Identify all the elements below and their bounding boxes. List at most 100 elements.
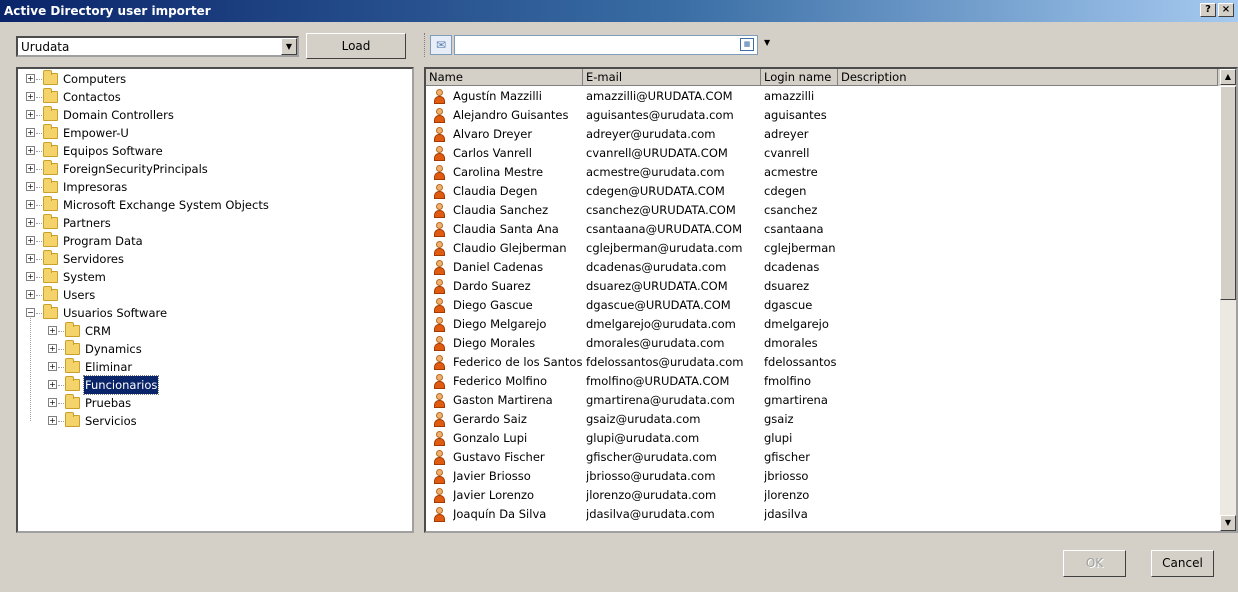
domain-select[interactable]: Urudata ▼ <box>16 36 299 57</box>
expand-icon[interactable]: + <box>26 110 35 119</box>
table-row[interactable]: Dardo Suarez dsuarez@URUDATA.COM dsuarez <box>426 277 1218 296</box>
table-row[interactable]: Federico Molfino fmolfino@URUDATA.COM fmol… <box>426 372 1218 391</box>
table-row[interactable]: Javier Lorenzo jlorenzo@urudata.com jloren… <box>426 486 1218 505</box>
tree-node[interactable]: + Computers <box>26 70 386 88</box>
envelope-icon[interactable]: ✉ <box>430 35 452 55</box>
table-row[interactable]: Carolina Mestre acmestre@urudata.com acmes… <box>426 163 1218 182</box>
expand-icon[interactable]: + <box>48 344 57 353</box>
tree-node-label[interactable]: Impresoras <box>62 178 128 196</box>
tree-node-label[interactable]: Eliminar <box>84 358 133 376</box>
tree-node[interactable]: + CRM <box>48 322 408 340</box>
expand-icon[interactable]: + <box>26 164 35 173</box>
tree-node-label[interactable]: CRM <box>84 322 112 340</box>
tree-node-label[interactable]: Domain Controllers <box>62 106 175 124</box>
expand-icon[interactable]: + <box>48 326 57 335</box>
table-row[interactable]: Javier Briosso jbriosso@urudata.com jbrios… <box>426 467 1218 486</box>
expand-icon[interactable]: + <box>48 398 57 407</box>
scroll-up-icon[interactable]: ▲ <box>1220 69 1236 85</box>
tree-node[interactable]: + Pruebas <box>48 394 408 412</box>
table-row[interactable]: Diego Melgarejo dmelgarejo@urudata.com dme… <box>426 315 1218 334</box>
table-row[interactable]: Gaston Martirena gmartirena@urudata.com gm… <box>426 391 1218 410</box>
tree-node[interactable]: + Program Data <box>26 232 386 250</box>
expand-icon[interactable]: + <box>26 92 35 101</box>
table-row[interactable]: Federico de los Santos fdelossantos@uruda… <box>426 353 1218 372</box>
tree-node[interactable]: + Domain Controllers <box>26 106 386 124</box>
tree-node-label[interactable]: Microsoft Exchange System Objects <box>62 196 270 214</box>
column-header[interactable]: Description <box>838 69 1218 86</box>
tree-node[interactable]: + Partners <box>26 214 386 232</box>
tree-node-label[interactable]: System <box>62 268 107 286</box>
filter-input[interactable] <box>454 35 758 55</box>
table-row[interactable]: Gerardo Saiz gsaiz@urudata.com gsaiz <box>426 410 1218 429</box>
tree-node-label[interactable]: Servicios <box>84 412 138 430</box>
tree-node-label[interactable]: ForeignSecurityPrincipals <box>62 160 209 178</box>
expand-icon[interactable]: + <box>26 236 35 245</box>
table-row[interactable]: Diego Morales dmorales@urudata.com dmorale… <box>426 334 1218 353</box>
scroll-down-icon[interactable]: ▼ <box>1220 515 1236 531</box>
tree-node[interactable]: + Impresoras <box>26 178 386 196</box>
expand-icon[interactable]: + <box>26 74 35 83</box>
expand-icon[interactable]: + <box>26 128 35 137</box>
tree-node-label[interactable]: Pruebas <box>84 394 132 412</box>
tree-node-label[interactable]: Usuarios Software <box>62 304 168 322</box>
table-row[interactable]: Carlos Vanrell cvanrell@URUDATA.COM cvanre… <box>426 144 1218 163</box>
collapse-icon[interactable]: − <box>26 308 35 317</box>
expand-icon[interactable]: + <box>26 290 35 299</box>
cancel-button[interactable]: Cancel <box>1151 550 1214 577</box>
tree-node-label[interactable]: Contactos <box>62 88 122 106</box>
tree-node[interactable]: + Users <box>26 286 386 304</box>
table-row[interactable]: Alejandro Guisantes aguisantes@urudata.co… <box>426 106 1218 125</box>
expand-icon[interactable]: + <box>26 218 35 227</box>
close-button[interactable]: × <box>1218 3 1234 17</box>
scroll-thumb[interactable] <box>1220 86 1236 300</box>
tree-node[interactable]: + Microsoft Exchange System Objects <box>26 196 386 214</box>
ou-tree[interactable]: + Computers + Contactos + Domain Controllers +… <box>16 67 414 533</box>
tree-node-label[interactable]: Servidores <box>62 250 125 268</box>
tree-node[interactable]: + Contactos <box>26 88 386 106</box>
table-row[interactable]: Joaquín Da Silva jdasilva@urudata.com jdas… <box>426 505 1218 524</box>
tree-node-label[interactable]: Users <box>62 286 96 304</box>
table-row[interactable]: Gonzalo Lupi glupi@urudata.com glupi <box>426 429 1218 448</box>
tree-node-label[interactable]: Program Data <box>62 232 144 250</box>
tree-node[interactable]: + Servidores <box>26 250 386 268</box>
load-button[interactable]: Load <box>306 33 406 59</box>
tree-node[interactable]: − Usuarios Software <box>26 304 386 322</box>
chevron-down-icon[interactable]: ▼ <box>764 38 770 47</box>
expand-icon[interactable]: + <box>48 416 57 425</box>
ok-button[interactable]: OK <box>1063 550 1126 577</box>
tree-node-label[interactable]: Computers <box>62 70 127 88</box>
expand-icon[interactable]: + <box>26 200 35 209</box>
table-row[interactable]: Claudia Santa Ana csantaana@URUDATA.COM cs… <box>426 220 1218 239</box>
calendar-icon[interactable]: ▦ <box>740 38 754 51</box>
tree-node[interactable]: + Equipos Software <box>26 142 386 160</box>
tree-node[interactable]: + Funcionarios <box>48 375 408 395</box>
tree-node[interactable]: + Eliminar <box>48 358 408 376</box>
column-header[interactable]: E-mail <box>583 69 761 86</box>
toolbar-grip[interactable] <box>424 33 428 57</box>
expand-icon[interactable]: + <box>26 146 35 155</box>
column-header[interactable]: Login name <box>761 69 838 86</box>
expand-icon[interactable]: + <box>26 272 35 281</box>
column-header[interactable]: Name <box>426 69 583 86</box>
expand-icon[interactable]: + <box>26 182 35 191</box>
table-row[interactable]: Gustavo Fischer gfischer@urudata.com gfisc… <box>426 448 1218 467</box>
tree-node[interactable]: + ForeignSecurityPrincipals <box>26 160 386 178</box>
tree-node[interactable]: + Empower-U <box>26 124 386 142</box>
table-row[interactable]: Daniel Cadenas dcadenas@urudata.com dcaden… <box>426 258 1218 277</box>
expand-icon[interactable]: + <box>48 380 57 389</box>
tree-node-label[interactable]: Equipos Software <box>62 142 164 160</box>
tree-node-label[interactable]: Funcionarios <box>82 375 160 395</box>
tree-node[interactable]: + Servicios <box>48 412 408 430</box>
table-row[interactable]: Diego Gascue dgascue@URUDATA.COM dgascue <box>426 296 1218 315</box>
vertical-scrollbar[interactable]: ▲ ▼ <box>1220 69 1236 531</box>
tree-node[interactable]: + System <box>26 268 386 286</box>
expand-icon[interactable]: + <box>26 254 35 263</box>
table-row[interactable]: Claudio Glejberman cglejberman@urudata.co… <box>426 239 1218 258</box>
help-button[interactable]: ? <box>1200 3 1216 17</box>
users-grid[interactable]: Name E-mail Login name Description Agustín … <box>424 67 1238 533</box>
chevron-down-icon[interactable]: ▼ <box>281 38 297 55</box>
table-row[interactable]: Agustín Mazzilli amazzilli@URUDATA.COM ama… <box>426 87 1218 106</box>
tree-node-label[interactable]: Partners <box>62 214 112 232</box>
tree-node[interactable]: + Dynamics <box>48 340 408 358</box>
table-row[interactable]: Alvaro Dreyer adreyer@urudata.com adreyer <box>426 125 1218 144</box>
